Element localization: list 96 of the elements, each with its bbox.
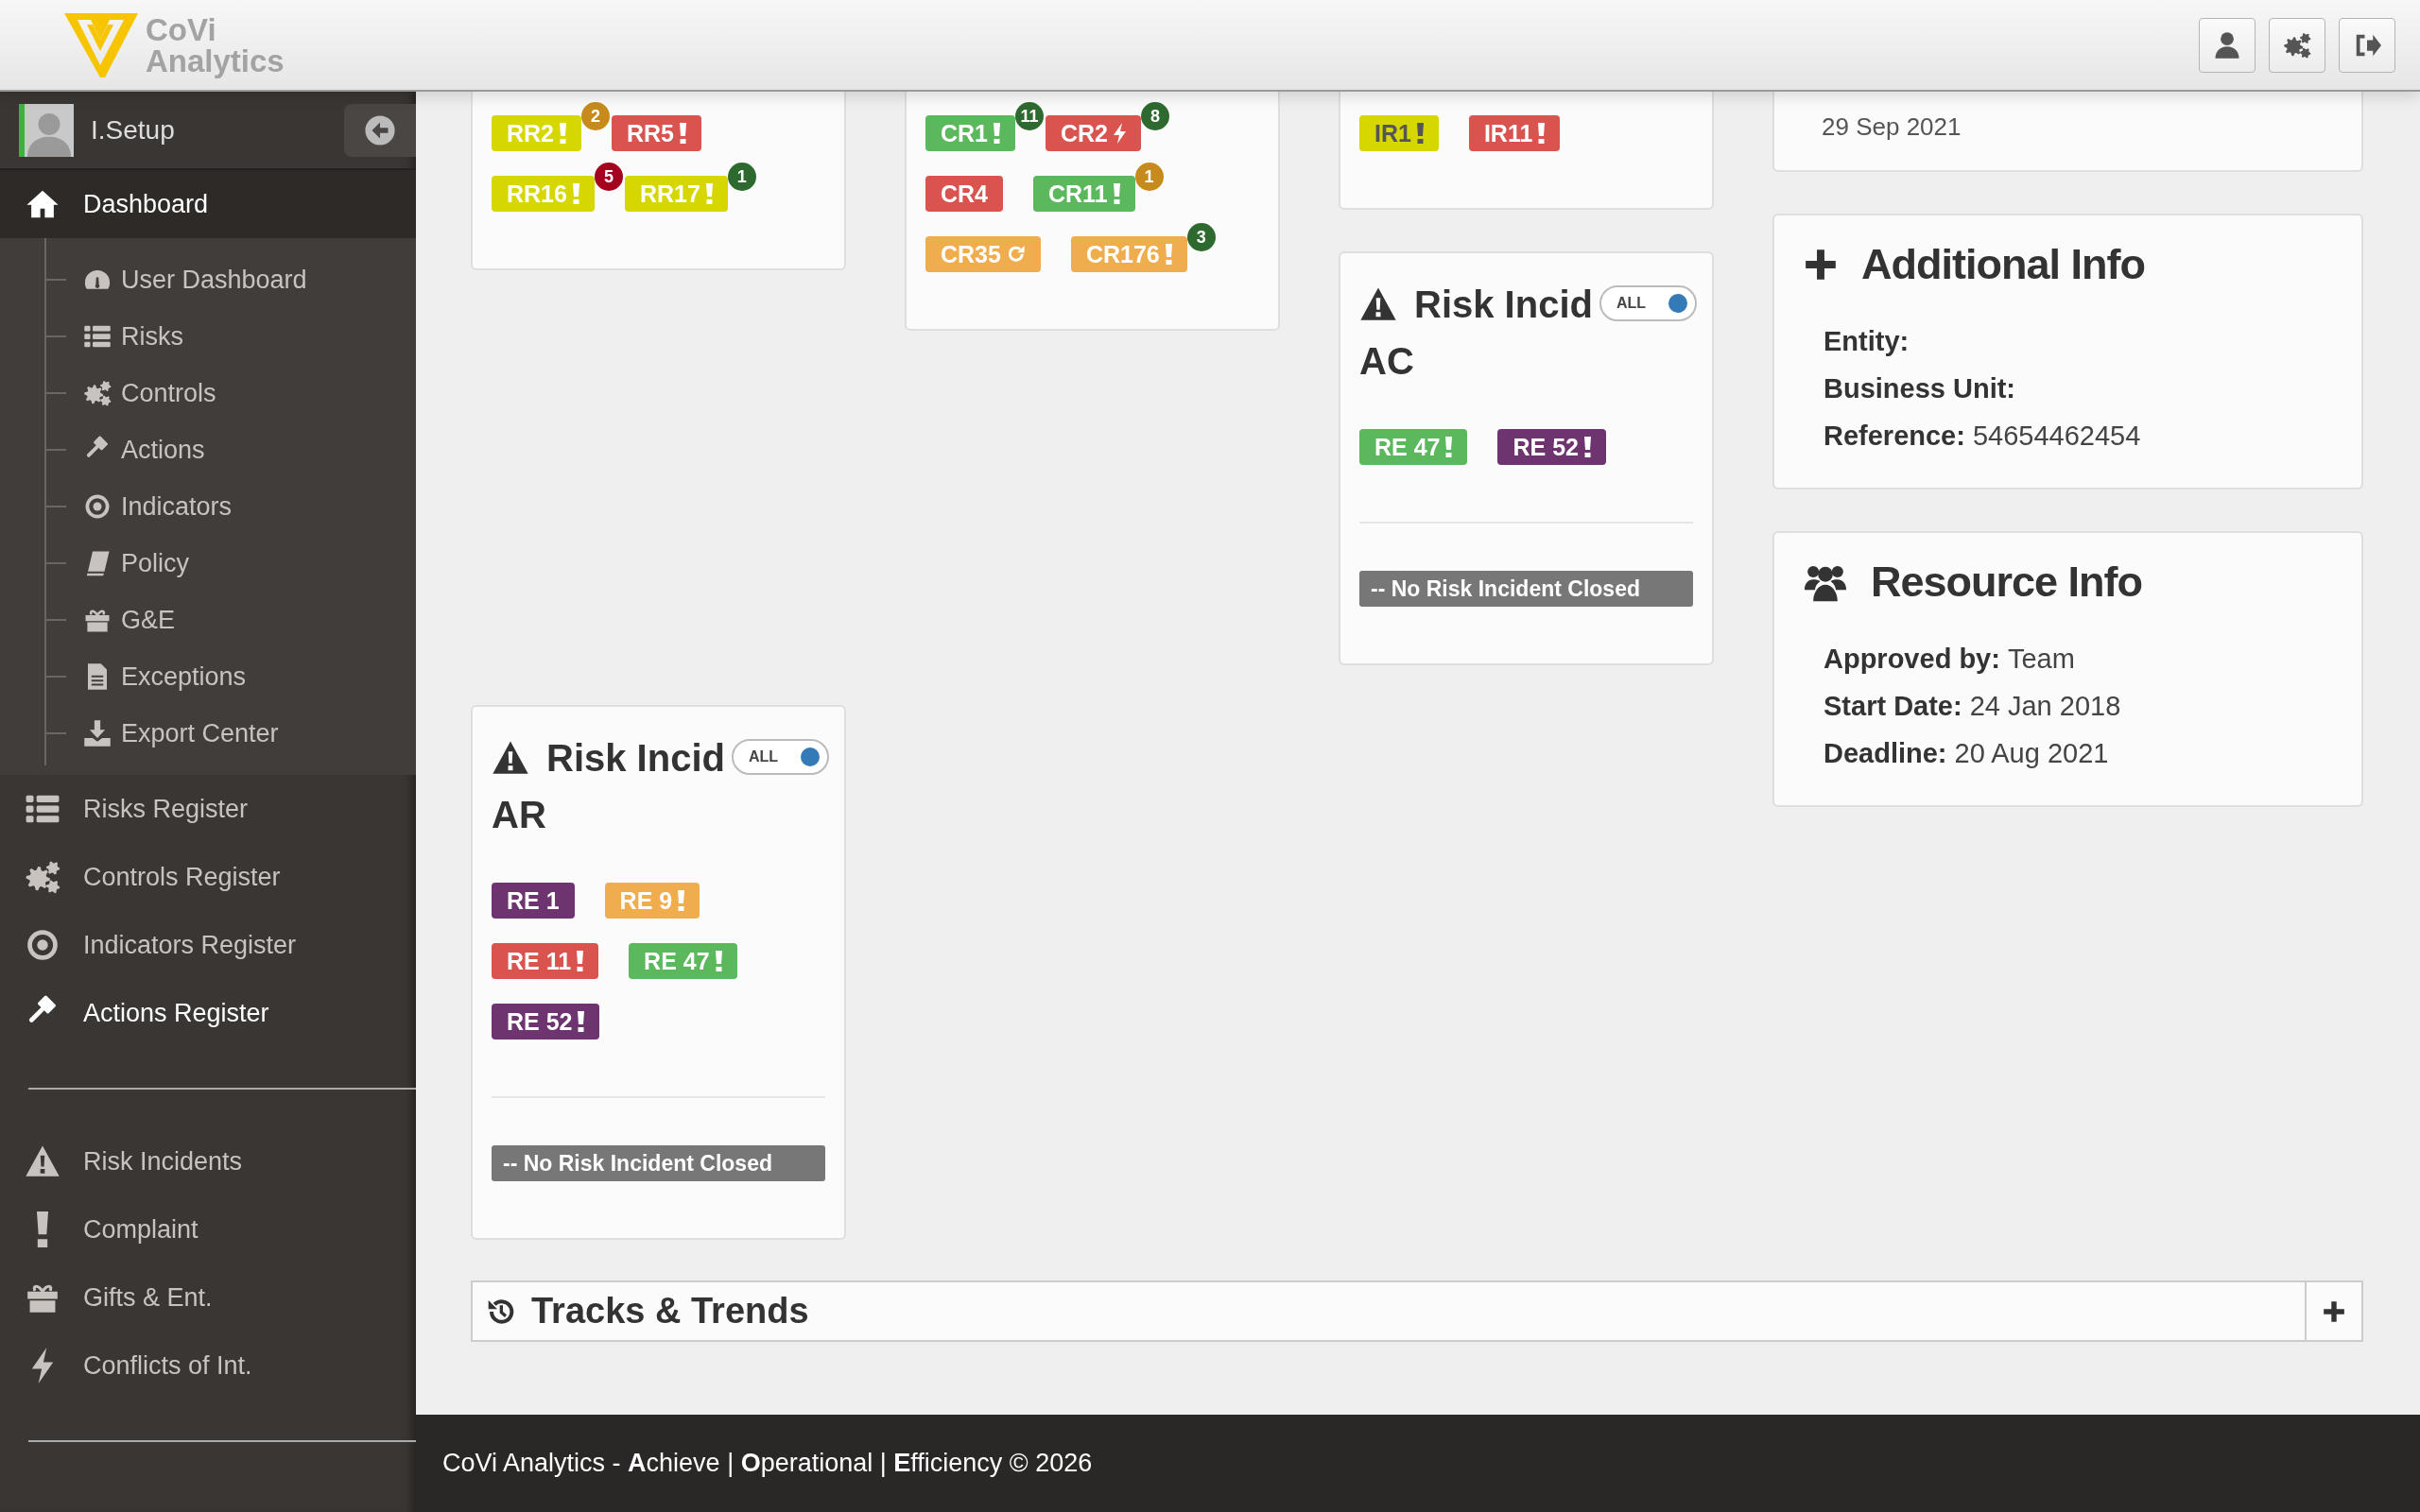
card-subtitle: AR xyxy=(492,793,547,837)
user-icon xyxy=(2213,30,2241,60)
warning-icon xyxy=(1359,285,1397,323)
target-icon xyxy=(83,492,112,521)
collapse-button[interactable] xyxy=(344,103,416,157)
warning-icon xyxy=(25,1143,60,1179)
exclamation-icon xyxy=(1416,123,1424,144)
refresh-icon xyxy=(1006,245,1026,264)
plus-icon xyxy=(2322,1298,2346,1324)
count-badge: 8 xyxy=(1141,102,1170,130)
footer-text: CoVi Analytics - Achieve | Operational | Efficiency © 2026 xyxy=(442,1449,1093,1478)
arrow-left-icon xyxy=(364,113,396,146)
date-text: 29 Sep 2021 xyxy=(1821,112,1962,142)
field-label: Reference: xyxy=(1824,420,1965,453)
submenu-item[interactable]: G&E xyxy=(0,592,416,648)
logout-button[interactable] xyxy=(2339,17,2395,73)
gears-icon xyxy=(83,379,112,407)
logo-icon xyxy=(62,10,140,79)
status-label: -- No Risk Incident Closed xyxy=(1359,571,1693,607)
exclamation-icon xyxy=(678,890,685,911)
field-value: 20 Aug 2021 xyxy=(1954,737,2109,770)
submenu-item[interactable]: Policy xyxy=(0,535,416,592)
exclamation-icon xyxy=(1583,437,1591,457)
field-label: Deadline: xyxy=(1824,737,1947,770)
logo-text: CoVi xyxy=(146,13,217,45)
card-title: Resource Info xyxy=(1871,558,2143,607)
profile-button[interactable] xyxy=(2199,17,2256,73)
field-value: 54654462454 xyxy=(1972,420,2141,453)
bolt-icon xyxy=(1114,123,1127,144)
exclamation-icon xyxy=(1113,183,1120,204)
count-badge: 2 xyxy=(581,102,610,130)
exclamation-icon xyxy=(1538,123,1546,144)
user-name: I.Setup xyxy=(91,114,175,146)
tag-badge[interactable]: RE 11 xyxy=(492,943,599,979)
menu-item[interactable]: Actions Register xyxy=(0,979,416,1047)
submenu-item[interactable]: Risks xyxy=(0,308,416,365)
count-badge: 11 xyxy=(1015,102,1044,130)
tag-badge[interactable]: IR11 xyxy=(1468,115,1561,151)
count-badge: 5 xyxy=(594,163,623,191)
field-label: Business Unit: xyxy=(1824,372,2016,405)
submenu-item[interactable]: Export Center xyxy=(0,705,416,762)
tag-badge[interactable]: CR4 xyxy=(925,176,1003,212)
filter-toggle[interactable]: ALL xyxy=(1599,285,1697,321)
exclamation-icon xyxy=(680,123,687,144)
submenu-item[interactable]: Actions xyxy=(0,421,416,478)
submenu-item[interactable]: User Dashboard xyxy=(0,251,416,308)
exclamation-icon xyxy=(572,183,579,204)
field-label: Start Date: xyxy=(1824,690,1962,723)
target-icon xyxy=(25,927,60,963)
tag-badge[interactable]: RE 52 xyxy=(1497,429,1606,465)
gears-icon xyxy=(25,859,60,895)
exclamation-icon xyxy=(1445,437,1453,457)
card-title: Risk Incid xyxy=(546,736,725,781)
submenu-item[interactable]: Exceptions xyxy=(0,648,416,705)
plus-icon xyxy=(1803,247,1839,283)
count-badge: 1 xyxy=(1134,163,1164,191)
card-subtitle: AC xyxy=(1359,339,1415,384)
tag-badge[interactable]: RR5 xyxy=(612,115,702,151)
menu-item[interactable]: Dashboard xyxy=(0,170,416,238)
menu-item[interactable]: Gifts & Ent. xyxy=(0,1263,416,1332)
submenu-item[interactable]: Controls xyxy=(0,365,416,421)
tag-badge[interactable]: RE 1 xyxy=(492,883,575,919)
settings-button[interactable] xyxy=(2269,17,2325,73)
filter-toggle[interactable]: ALL xyxy=(732,739,829,775)
menu-item[interactable]: Risk Incidents xyxy=(0,1127,416,1195)
tag-badge[interactable]: CR2 xyxy=(1046,115,1142,151)
avatar xyxy=(19,103,74,157)
tag-badge[interactable]: RE 52 xyxy=(492,1004,600,1040)
menu-item[interactable]: Conflicts of Int. xyxy=(0,1332,416,1400)
menu-item[interactable]: Controls Register xyxy=(0,843,416,911)
warning-icon xyxy=(492,739,529,777)
submenu-item[interactable]: Indicators xyxy=(0,478,416,535)
field-label: Approved by: xyxy=(1824,643,2000,676)
exclamation-icon xyxy=(577,951,584,971)
field-label: Entity: xyxy=(1824,325,1910,358)
tag-badge[interactable]: IR1 xyxy=(1359,115,1439,151)
menu-item[interactable]: Risks Register xyxy=(0,775,416,843)
menu-item[interactable]: Complaint xyxy=(0,1195,416,1263)
field-value: Team xyxy=(2007,643,2075,676)
card-title: Additional Info xyxy=(1861,240,2145,289)
status-label: -- No Risk Incident Closed xyxy=(492,1145,825,1181)
count-badge: 3 xyxy=(1186,223,1216,251)
settings-icon xyxy=(2283,30,2311,60)
section-title: Tracks & Trends xyxy=(531,1291,809,1332)
menu-item[interactable]: Indicators Register xyxy=(0,911,416,979)
logo-text: Analytics xyxy=(146,44,285,77)
count-badge: 1 xyxy=(727,163,756,191)
exclamation-icon xyxy=(994,123,1000,144)
exclamation-icon xyxy=(578,1011,585,1032)
exclamation-icon xyxy=(560,123,566,144)
card-title: Risk Incid xyxy=(1414,283,1593,327)
exclamation-icon xyxy=(705,183,713,204)
download-icon xyxy=(83,719,112,747)
field-value: 24 Jan 2018 xyxy=(1969,690,2121,723)
exclamation-icon xyxy=(715,951,722,971)
exclamation-icon xyxy=(1165,244,1172,265)
